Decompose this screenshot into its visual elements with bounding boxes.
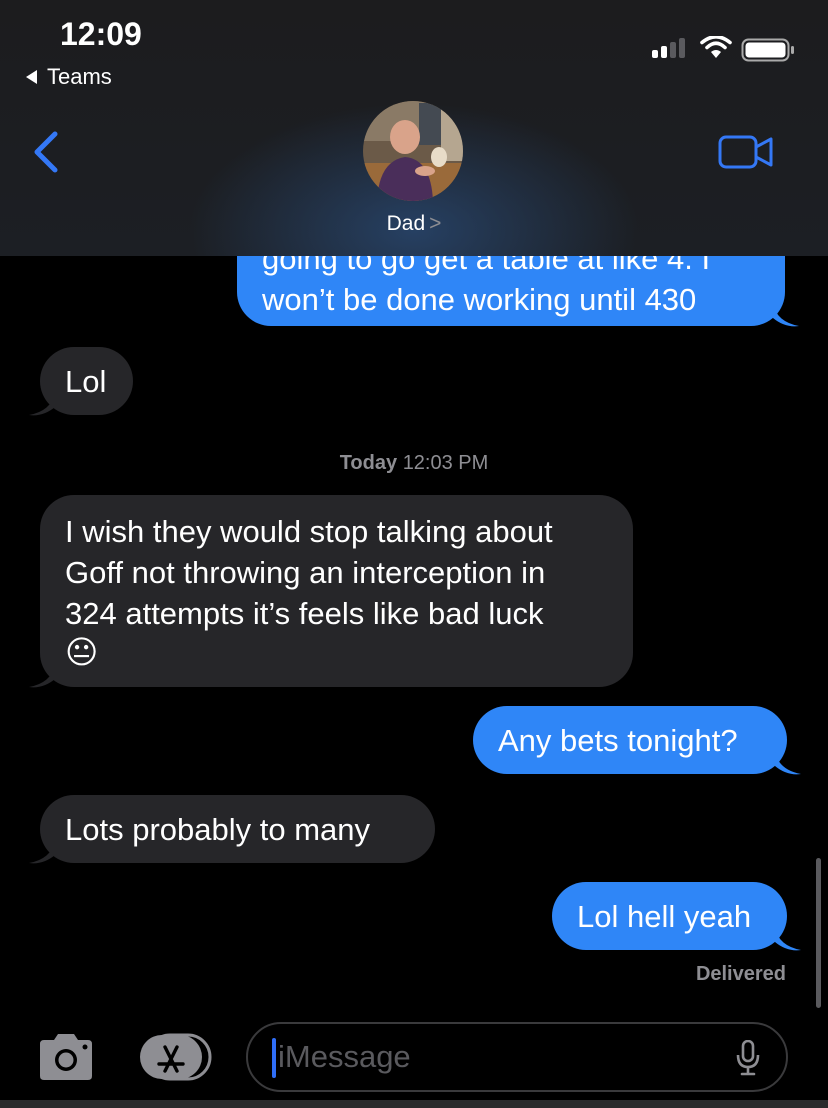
back-triangle-icon [26, 70, 37, 84]
contact-avatar[interactable] [363, 101, 463, 201]
chevron-right-icon: > [429, 212, 442, 235]
emoji: 😐 [65, 634, 99, 670]
back-app-label: Teams [47, 64, 112, 89]
app-store-icon[interactable] [138, 1033, 214, 1081]
battery-icon [741, 38, 794, 62]
camera-icon[interactable] [36, 1034, 96, 1080]
text-cursor [272, 1038, 276, 1078]
cellular-signal-icon [652, 38, 685, 58]
wifi-icon [700, 36, 732, 58]
message-bubble-incoming[interactable]: I wish they would stop talking about Gof… [40, 495, 633, 687]
bubble-tail [29, 393, 55, 416]
back-chevron-icon[interactable] [30, 130, 60, 174]
back-to-app-link[interactable]: Teams [26, 64, 112, 90]
message-text: Lol hell yeah [577, 899, 752, 934]
timestamp: Today 12:03 PM [0, 452, 828, 475]
message-text: Goff not throwing an interception in [65, 555, 546, 590]
message-input-placeholder: iMessage [278, 1039, 411, 1074]
status-time: 12:09 [60, 16, 142, 52]
scrollbar[interactable] [816, 858, 821, 1008]
message-input[interactable]: iMessage [246, 1022, 788, 1092]
message-bubble-incoming[interactable]: Lots probably to many [40, 795, 435, 863]
keyboard-edge [0, 1100, 828, 1108]
message-bubble-outgoing[interactable]: Lol hell yeah [552, 882, 787, 950]
message-text: Lol [65, 364, 107, 399]
message-text: won’t be done working until 430 [262, 282, 697, 317]
delivered-status: Delivered [695, 963, 786, 985]
contact-name-label: Dad [386, 212, 426, 235]
message-bubble-outgoing[interactable]: Any bets tonight? [473, 706, 787, 774]
bubble-tail [775, 928, 801, 951]
message-text: Lots probably to many [65, 812, 371, 847]
microphone-icon[interactable] [736, 1040, 760, 1076]
video-call-icon[interactable] [718, 132, 774, 172]
contact-name[interactable]: Dad > [0, 212, 828, 236]
conversation-header: 12:09 Teams Dad > [0, 0, 828, 256]
message-text: 324 attempts it’s feels like bad luck [65, 596, 544, 631]
timestamp-day: Today [339, 452, 398, 474]
bubble-tail [29, 841, 55, 864]
bubble-tail [773, 304, 799, 327]
timestamp-time: 12:03 PM [402, 452, 489, 474]
bubble-tail [29, 665, 55, 688]
bubble-tail [775, 752, 801, 775]
avatar-photo [363, 101, 463, 201]
message-text: Any bets tonight? [498, 723, 738, 758]
message-text: I wish they would stop talking about [65, 514, 553, 549]
